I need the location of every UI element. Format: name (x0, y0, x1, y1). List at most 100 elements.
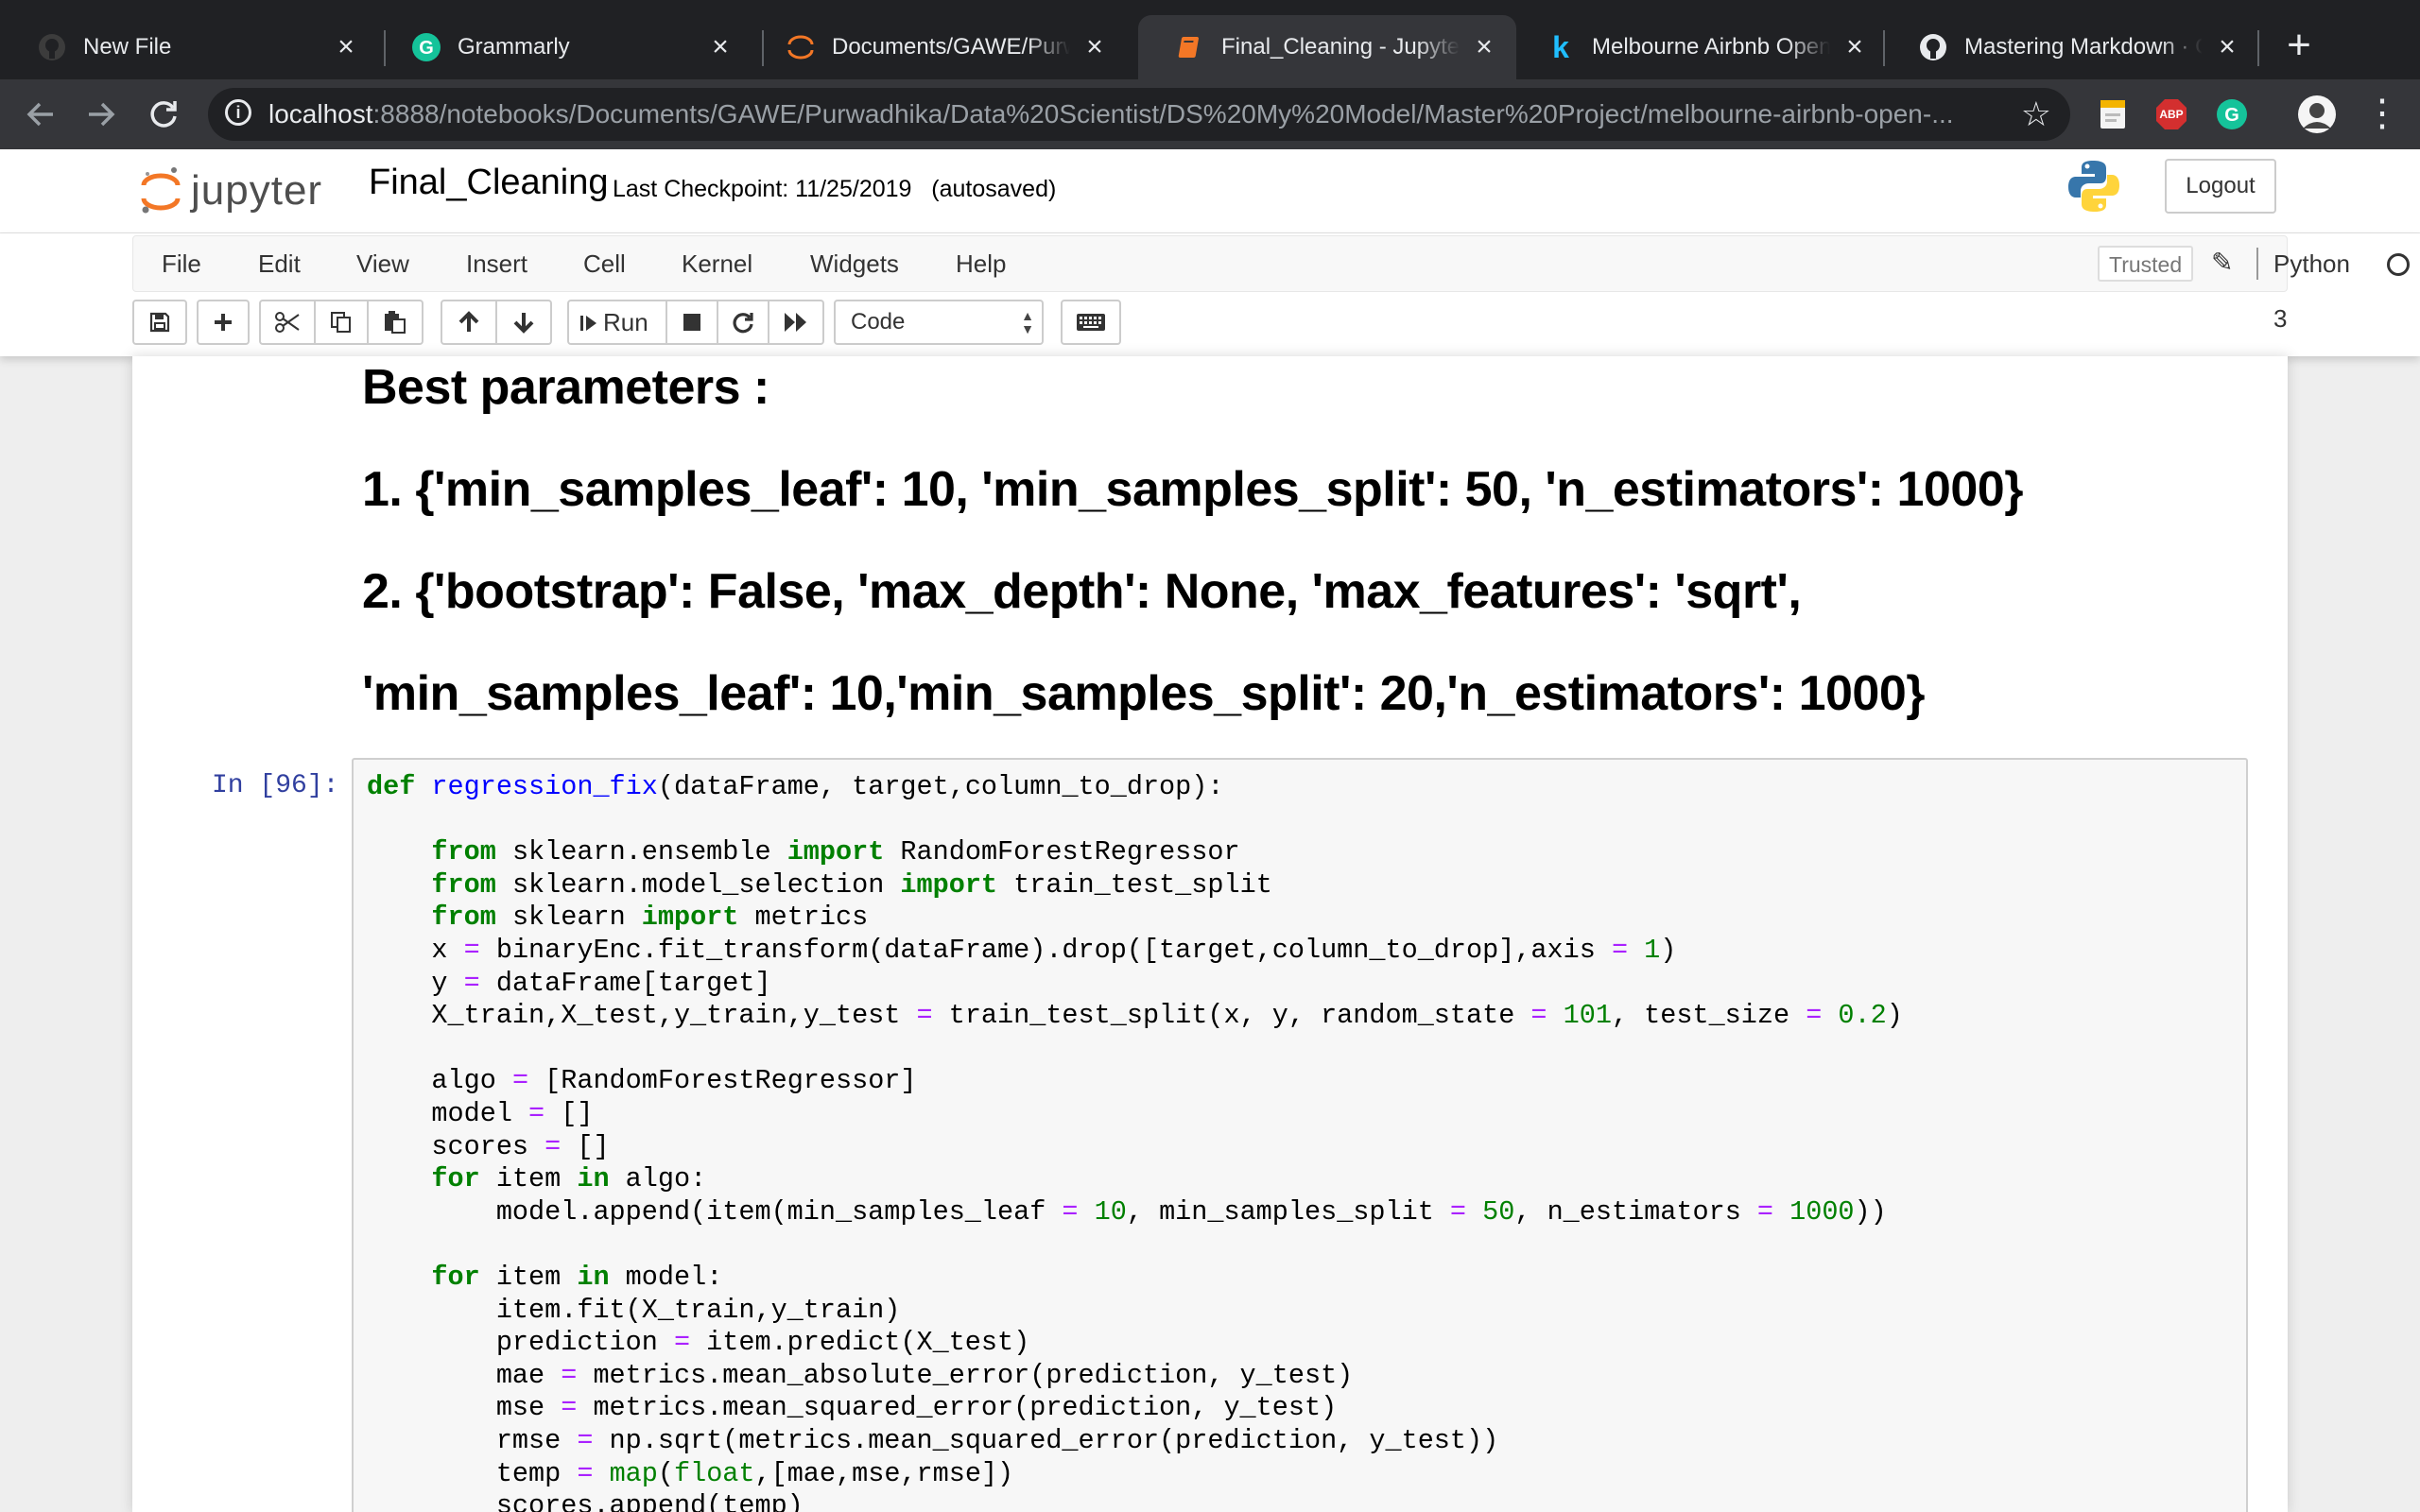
code-line: x = binaryEnc.fit_transform(dataFrame).d… (367, 935, 1677, 966)
close-tab-icon[interactable]: × (1471, 33, 1497, 61)
scissors-icon (275, 312, 300, 333)
tab-separator (2257, 30, 2259, 66)
code-cell-editor[interactable]: def regression_fix(dataFrame, target,col… (352, 758, 2248, 1512)
keyboard-icon (1077, 314, 1105, 331)
code-line: y = dataFrame[target] (367, 968, 771, 999)
tab-new-file[interactable]: New File × (0, 15, 378, 79)
stop-icon (683, 314, 700, 331)
menu-file[interactable]: File (162, 236, 201, 291)
google-keep-icon[interactable] (2097, 98, 2129, 130)
browser-menu-icon[interactable]: ⋮ (2363, 93, 2401, 134)
github-icon (1919, 33, 1947, 61)
logout-button[interactable]: Logout (2165, 159, 2276, 214)
copy-button[interactable] (314, 300, 369, 345)
code-line: from sklearn import metrics (431, 902, 869, 933)
trusted-indicator[interactable]: Trusted (2098, 246, 2194, 282)
arrow-down-icon (513, 313, 534, 334)
close-tab-icon[interactable]: × (2214, 33, 2240, 61)
restart-kernel-button[interactable] (717, 300, 769, 345)
close-tab-icon[interactable]: × (333, 33, 359, 61)
cell-type-value: Code (851, 309, 906, 335)
url-host: localhost (268, 99, 373, 129)
url-text[interactable]: localhost:8888/notebooks/Documents/GAWE/… (268, 88, 1979, 141)
tab-grammarly[interactable]: G Grammarly × (374, 15, 752, 79)
insert-cell-button[interactable] (197, 300, 250, 345)
run-label: Run (603, 308, 648, 336)
close-tab-icon[interactable]: × (1081, 33, 1108, 61)
svg-text:G: G (2224, 105, 2239, 126)
tab-documents[interactable]: Documents/GAWE/Purwadhika × (749, 15, 1127, 79)
code-line: from sklearn.ensemble import RandomFores… (431, 836, 1240, 868)
code-line: item.fit(X_train,y_train) (367, 1295, 901, 1326)
profile-avatar[interactable] (2297, 94, 2337, 134)
site-info-icon[interactable]: i (225, 99, 251, 126)
markdown-line-3: 'min_samples_leaf': 10,'min_samples_spli… (362, 666, 1925, 721)
move-down-button[interactable] (495, 300, 552, 345)
code-line: temp = map(float,[mae,mse,rmse]) (367, 1458, 1014, 1489)
code-line: model.append(item(min_samples_leaf = 10,… (367, 1196, 1887, 1228)
jupyter-logo-icon (141, 167, 181, 214)
code-line: model = [] (367, 1098, 594, 1129)
kernel-idle-indicator-icon (2387, 253, 2410, 276)
menu-widgets[interactable]: Widgets (810, 236, 899, 291)
forward-arrow-icon (89, 102, 115, 127)
code-line: algo = [RandomForestRegressor] (367, 1065, 917, 1096)
back-arrow-icon (26, 102, 53, 127)
tab-melbourne-airbnb[interactable]: k Melbourne Airbnb Open Data × (1509, 15, 1887, 79)
menu-view[interactable]: View (356, 236, 409, 291)
tab-mastering-markdown[interactable]: Mastering Markdown · GitHub × (1881, 15, 2259, 79)
code-line: from sklearn.model_selection import trai… (431, 869, 1272, 901)
adblock-plus-icon[interactable]: ABP (2155, 98, 2187, 130)
bookmark-star-icon[interactable]: ☆ (2021, 94, 2051, 135)
autosave-status: (autosaved) (931, 176, 1057, 202)
tab-title: Documents/GAWE/Purwadhika (832, 34, 1070, 60)
python-logo-icon (2066, 159, 2121, 214)
menu-cell[interactable]: Cell (583, 236, 626, 291)
interrupt-kernel-button[interactable] (666, 300, 718, 345)
close-tab-icon[interactable]: × (1841, 33, 1868, 61)
kernel-name[interactable]: Python 3 (2273, 236, 2350, 333)
reload-button[interactable] (140, 91, 187, 138)
restart-icon (733, 313, 753, 334)
markdown-line-2: 2. {'bootstrap': False, 'max_depth': Non… (362, 564, 1802, 619)
menu-edit[interactable]: Edit (258, 236, 301, 291)
jupyter-icon (786, 33, 815, 61)
tab-title: Melbourne Airbnb Open Data (1592, 34, 1830, 60)
forward-button[interactable] (78, 91, 125, 138)
cell-type-select[interactable]: Code ▲ ▼ (834, 300, 1044, 345)
notebook-name[interactable]: Final_Cleaning (369, 163, 609, 203)
address-bar[interactable]: i localhost:8888/notebooks/Documents/GAW… (208, 88, 2070, 141)
browser-tab-strip: New File × G Grammarly × Documents/GAWE/… (0, 0, 2420, 79)
code-line: prediction = item.predict(X_test) (367, 1327, 1030, 1358)
code-line: def regression_fix(dataFrame, target,col… (367, 771, 1224, 802)
reload-icon (150, 101, 177, 128)
jupyter-logo[interactable]: jupyter (140, 163, 322, 219)
menu-insert[interactable]: Insert (466, 236, 527, 291)
command-palette-button[interactable] (1061, 300, 1121, 345)
tab-title: Final_Cleaning - Jupyter Notebook (1221, 34, 1460, 60)
arrow-up-icon (458, 311, 479, 332)
jupyter-wordmark: jupyter (191, 167, 323, 214)
back-button[interactable] (17, 91, 64, 138)
input-prompt: In [96]: (212, 771, 339, 800)
close-tab-icon[interactable]: × (707, 33, 734, 61)
move-up-button[interactable] (441, 300, 497, 345)
menu-kernel[interactable]: Kernel (682, 236, 752, 291)
code-line: mse = metrics.mean_squared_error(predict… (367, 1392, 1338, 1423)
copy-icon (331, 312, 351, 333)
grammarly-ext-icon[interactable]: G (2216, 98, 2248, 130)
restart-run-all-button[interactable] (768, 300, 824, 345)
select-arrows-icon: ▲ ▼ (1021, 308, 1034, 336)
kernel-separator (2256, 248, 2258, 280)
code-line: mae = metrics.mean_absolute_error(predic… (367, 1360, 1354, 1391)
code-line: rmse = np.sqrt(metrics.mean_squared_erro… (367, 1425, 1499, 1456)
tab-final-cleaning[interactable]: Final_Cleaning - Jupyter Notebook × (1138, 15, 1516, 79)
paste-button[interactable] (367, 300, 424, 345)
new-tab-button[interactable]: + (2276, 25, 2322, 70)
step-forward-icon (580, 316, 596, 331)
run-button[interactable]: Run (567, 300, 667, 345)
save-button[interactable] (132, 300, 187, 345)
cut-button[interactable] (259, 300, 316, 345)
tab-title: Grammarly (458, 34, 570, 60)
menu-help[interactable]: Help (956, 236, 1006, 291)
